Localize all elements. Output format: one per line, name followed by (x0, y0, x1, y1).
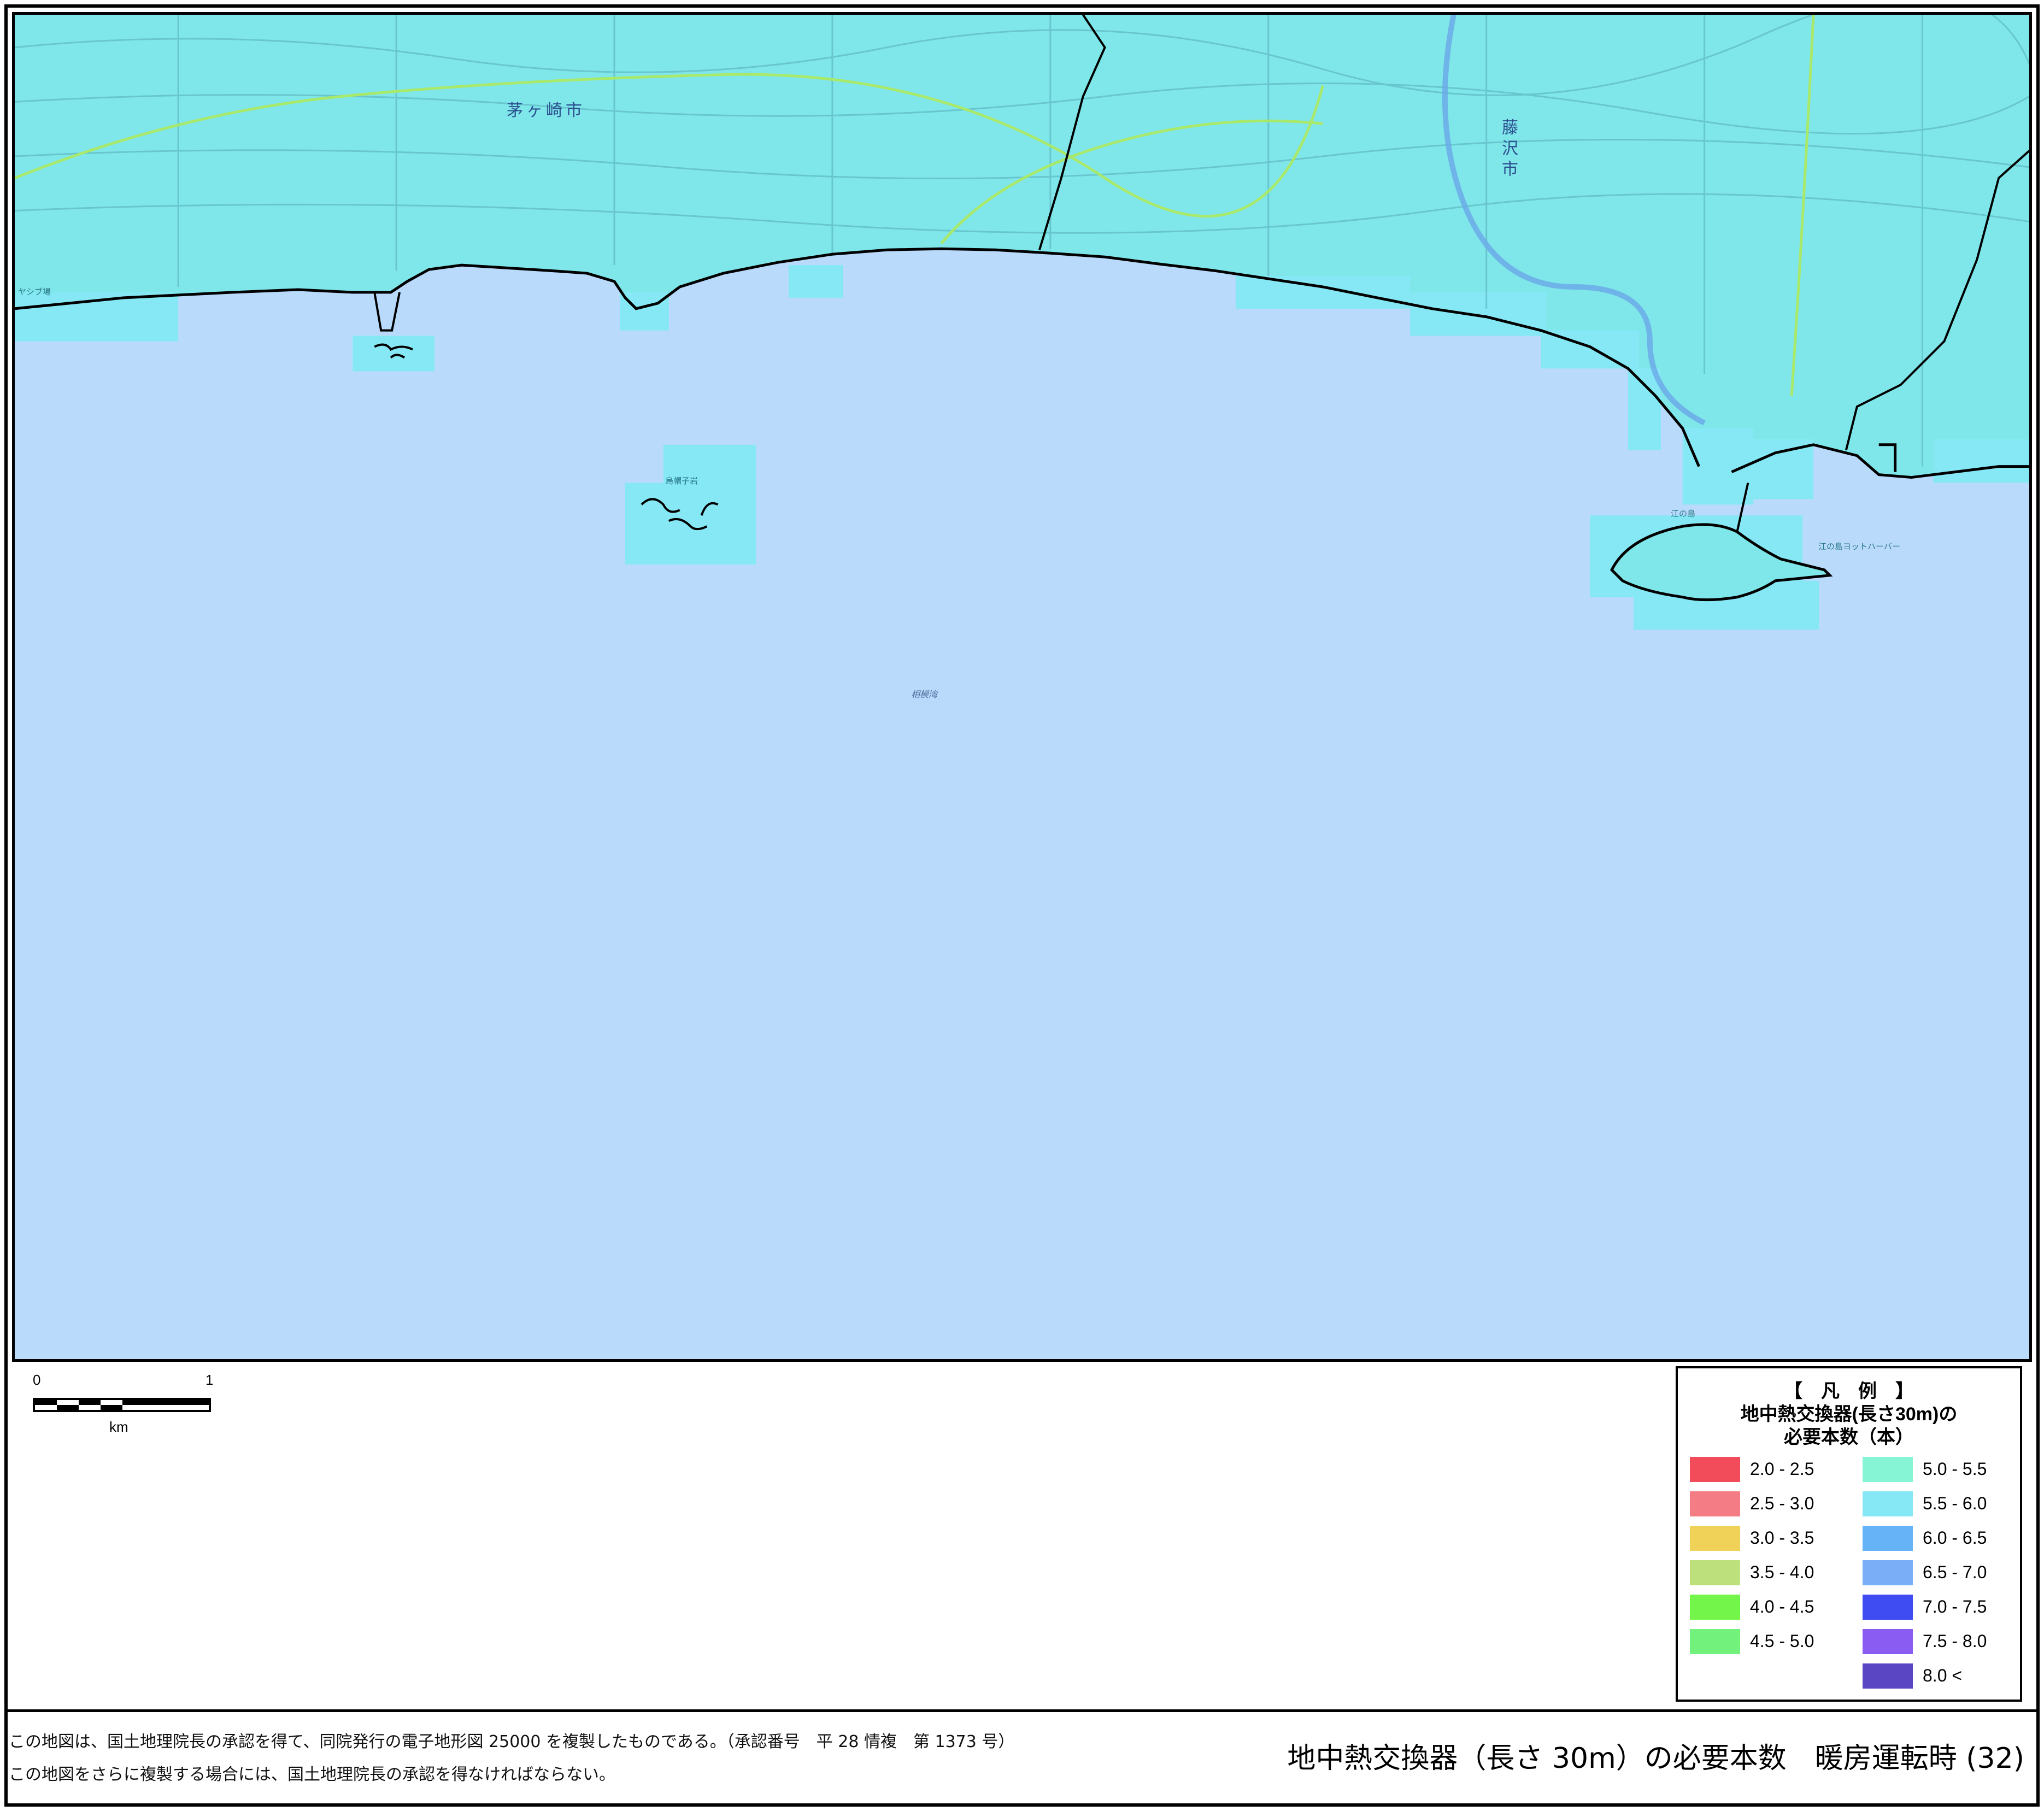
legend-label: 7.5 ‐ 8.0 (1923, 1631, 1987, 1651)
legend-swatch (1863, 1560, 1913, 1585)
scale-segment (101, 1405, 122, 1410)
scale-end-label: 1 (205, 1372, 214, 1388)
legend-swatch (1863, 1491, 1913, 1516)
legend-label: 4.0 ‐ 4.5 (1750, 1597, 1814, 1616)
sea-label: 相模湾 (911, 689, 938, 699)
legend-label: 2.0 ‐ 2.5 (1750, 1459, 1814, 1479)
eboshi-label: 烏帽子岩 (665, 476, 698, 486)
reproduction-note: この地図をさらに複製する場合には、国土地理院長の承認を得なければならない。 (9, 1765, 615, 1784)
legend: 【 凡 例 】 地中熱交換器(長さ30m)の 必要本数（本） 2.0 ‐ 2.5… (1676, 1366, 2022, 1702)
legend-label: 3.5 ‐ 4.0 (1750, 1562, 1814, 1582)
legend-swatch (1690, 1629, 1740, 1654)
copyright-note: この地図は、国土地理院長の承認を得て、同院発行の電子地形図 25000 を複製し… (9, 1732, 1015, 1751)
map-title: 地中熱交換器（長さ 30m）の必要本数 暖房運転時 (32) (1287, 1742, 2024, 1775)
legend-swatch (1690, 1457, 1740, 1482)
scale-segment (57, 1405, 79, 1410)
scale-unit: km (109, 1419, 128, 1435)
scale-segment (122, 1400, 209, 1405)
chigasaki-label: 茅ヶ崎市 (507, 101, 585, 120)
legend-label: 5.0 ‐ 5.5 (1923, 1459, 1987, 1479)
scale-segment (35, 1400, 57, 1405)
legend-swatch (1690, 1526, 1740, 1551)
legend-title-line2: 必要本数（本） (1784, 1427, 1914, 1448)
legend-label: 6.5 ‐ 7.0 (1923, 1562, 1987, 1582)
legend-swatch (1690, 1595, 1740, 1620)
scale-rail (33, 1398, 211, 1412)
map-canvas (15, 15, 2029, 630)
legend-label: 4.5 ‐ 5.0 (1750, 1631, 1814, 1651)
legend-swatch (1863, 1595, 1913, 1620)
legend-swatch (1690, 1491, 1740, 1516)
scale-start-label: 0 (33, 1372, 41, 1388)
legend-label: 6.0 ‐ 6.5 (1923, 1528, 1987, 1548)
legend-label: 8.0 < (1923, 1666, 1963, 1685)
legend-swatch (1690, 1560, 1740, 1585)
enoshima-label: 江の島 (1671, 509, 1696, 519)
legend-swatch (1863, 1663, 1913, 1689)
legend-label: 3.0 ‐ 3.5 (1750, 1528, 1814, 1548)
fujisawa-label: 藤沢市 (1499, 119, 1518, 181)
harbour-pier (373, 292, 401, 332)
legend-label: 7.0 ‐ 7.5 (1923, 1597, 1987, 1616)
enoshima-yacht-label: 江の島ヨットハーバー (1818, 542, 1900, 551)
legend-swatch (1863, 1629, 1913, 1654)
scale-bar: 0 1 km (33, 1372, 219, 1437)
land-area (15, 15, 2029, 483)
footer-divider (8, 1709, 2036, 1712)
map-area[interactable]: 茅ヶ崎市 藤沢市 相模湾 烏帽子岩 江の島 江の島ヨットハーバー ヤシブ場 (12, 12, 2032, 1362)
scale-segment (79, 1400, 101, 1405)
legend-swatch (1863, 1457, 1913, 1482)
camp-label: ヤシブ場 (18, 287, 51, 297)
legend-swatch (1863, 1526, 1913, 1551)
legend-label: 5.5 ‐ 6.0 (1923, 1494, 1987, 1513)
legend-label: 2.5 ‐ 3.0 (1750, 1494, 1814, 1513)
